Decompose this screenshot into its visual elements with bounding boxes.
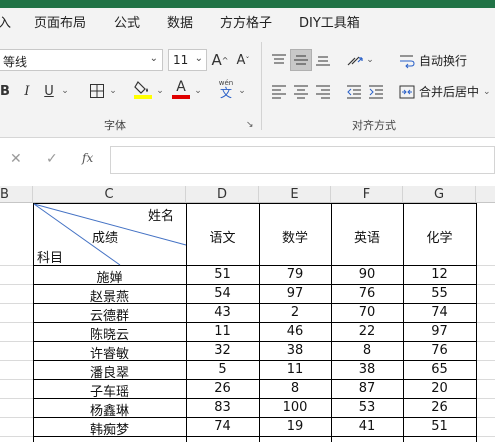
score-cell[interactable]: 65 xyxy=(403,362,476,377)
score-cell[interactable]: 20 xyxy=(403,381,476,396)
score-cell[interactable]: 22 xyxy=(331,324,403,339)
student-name-cell[interactable]: 杨鑫琳 xyxy=(33,400,186,419)
subject-header[interactable]: 英语 xyxy=(331,227,403,246)
header-score-label: 成绩 xyxy=(92,231,119,246)
score-cell[interactable]: 26 xyxy=(403,400,476,415)
score-cell[interactable]: 5 xyxy=(186,362,259,377)
score-cell[interactable]: 38 xyxy=(331,362,403,377)
subject-header[interactable]: 化学 xyxy=(403,227,476,246)
score-cell[interactable]: 19 xyxy=(259,419,331,434)
student-name-cell[interactable]: 云德群 xyxy=(33,305,186,324)
score-cell[interactable]: 97 xyxy=(259,286,331,301)
score-cell[interactable]: 26 xyxy=(186,381,259,396)
score-cell[interactable]: 51 xyxy=(403,419,476,434)
score-cell[interactable]: 8 xyxy=(331,343,403,358)
score-cell[interactable]: 2 xyxy=(259,305,331,320)
score-cell[interactable]: 38 xyxy=(259,343,331,358)
score-cell[interactable]: 87 xyxy=(331,381,403,396)
score-cell[interactable]: 100 xyxy=(259,400,331,415)
score-cell[interactable]: 97 xyxy=(403,324,476,339)
score-cell[interactable]: 32 xyxy=(186,343,259,358)
subject-header[interactable]: 语文 xyxy=(186,227,259,246)
student-name-cell[interactable]: 赵景燕 xyxy=(33,286,186,305)
student-name-cell[interactable]: 施婵 xyxy=(33,267,186,286)
score-cell[interactable]: 51 xyxy=(186,267,259,282)
subject-header[interactable]: 数学 xyxy=(259,227,331,246)
student-name-cell[interactable]: 陈晓云 xyxy=(33,324,186,343)
score-cell[interactable]: 76 xyxy=(403,343,476,358)
score-cell[interactable]: 8 xyxy=(259,381,331,396)
score-cell[interactable]: 12 xyxy=(403,267,476,282)
header-subject-label: 科目 xyxy=(37,251,64,266)
student-name-cell[interactable]: 潘良翠 xyxy=(33,362,186,381)
score-cell[interactable]: 41 xyxy=(331,419,403,434)
header-name-label: 姓名 xyxy=(148,209,175,224)
score-cell[interactable]: 11 xyxy=(186,324,259,339)
student-name-cell[interactable]: 韩痴梦 xyxy=(33,419,186,438)
score-cell[interactable]: 90 xyxy=(331,267,403,282)
score-cell[interactable]: 46 xyxy=(259,324,331,339)
score-cell[interactable]: 76 xyxy=(331,286,403,301)
score-cell[interactable]: 79 xyxy=(259,267,331,282)
score-cell[interactable]: 55 xyxy=(403,286,476,301)
score-cell[interactable]: 11 xyxy=(259,362,331,377)
score-cell[interactable]: 74 xyxy=(186,419,259,434)
score-cell[interactable]: 53 xyxy=(331,400,403,415)
student-name-cell[interactable]: 许睿敏 xyxy=(33,343,186,362)
student-name-cell[interactable]: 子车瑶 xyxy=(33,381,186,400)
score-cell[interactable]: 74 xyxy=(403,305,476,320)
score-cell[interactable]: 43 xyxy=(186,305,259,320)
score-cell[interactable]: 70 xyxy=(331,305,403,320)
score-cell[interactable]: 54 xyxy=(186,286,259,301)
score-cell[interactable]: 83 xyxy=(186,400,259,415)
